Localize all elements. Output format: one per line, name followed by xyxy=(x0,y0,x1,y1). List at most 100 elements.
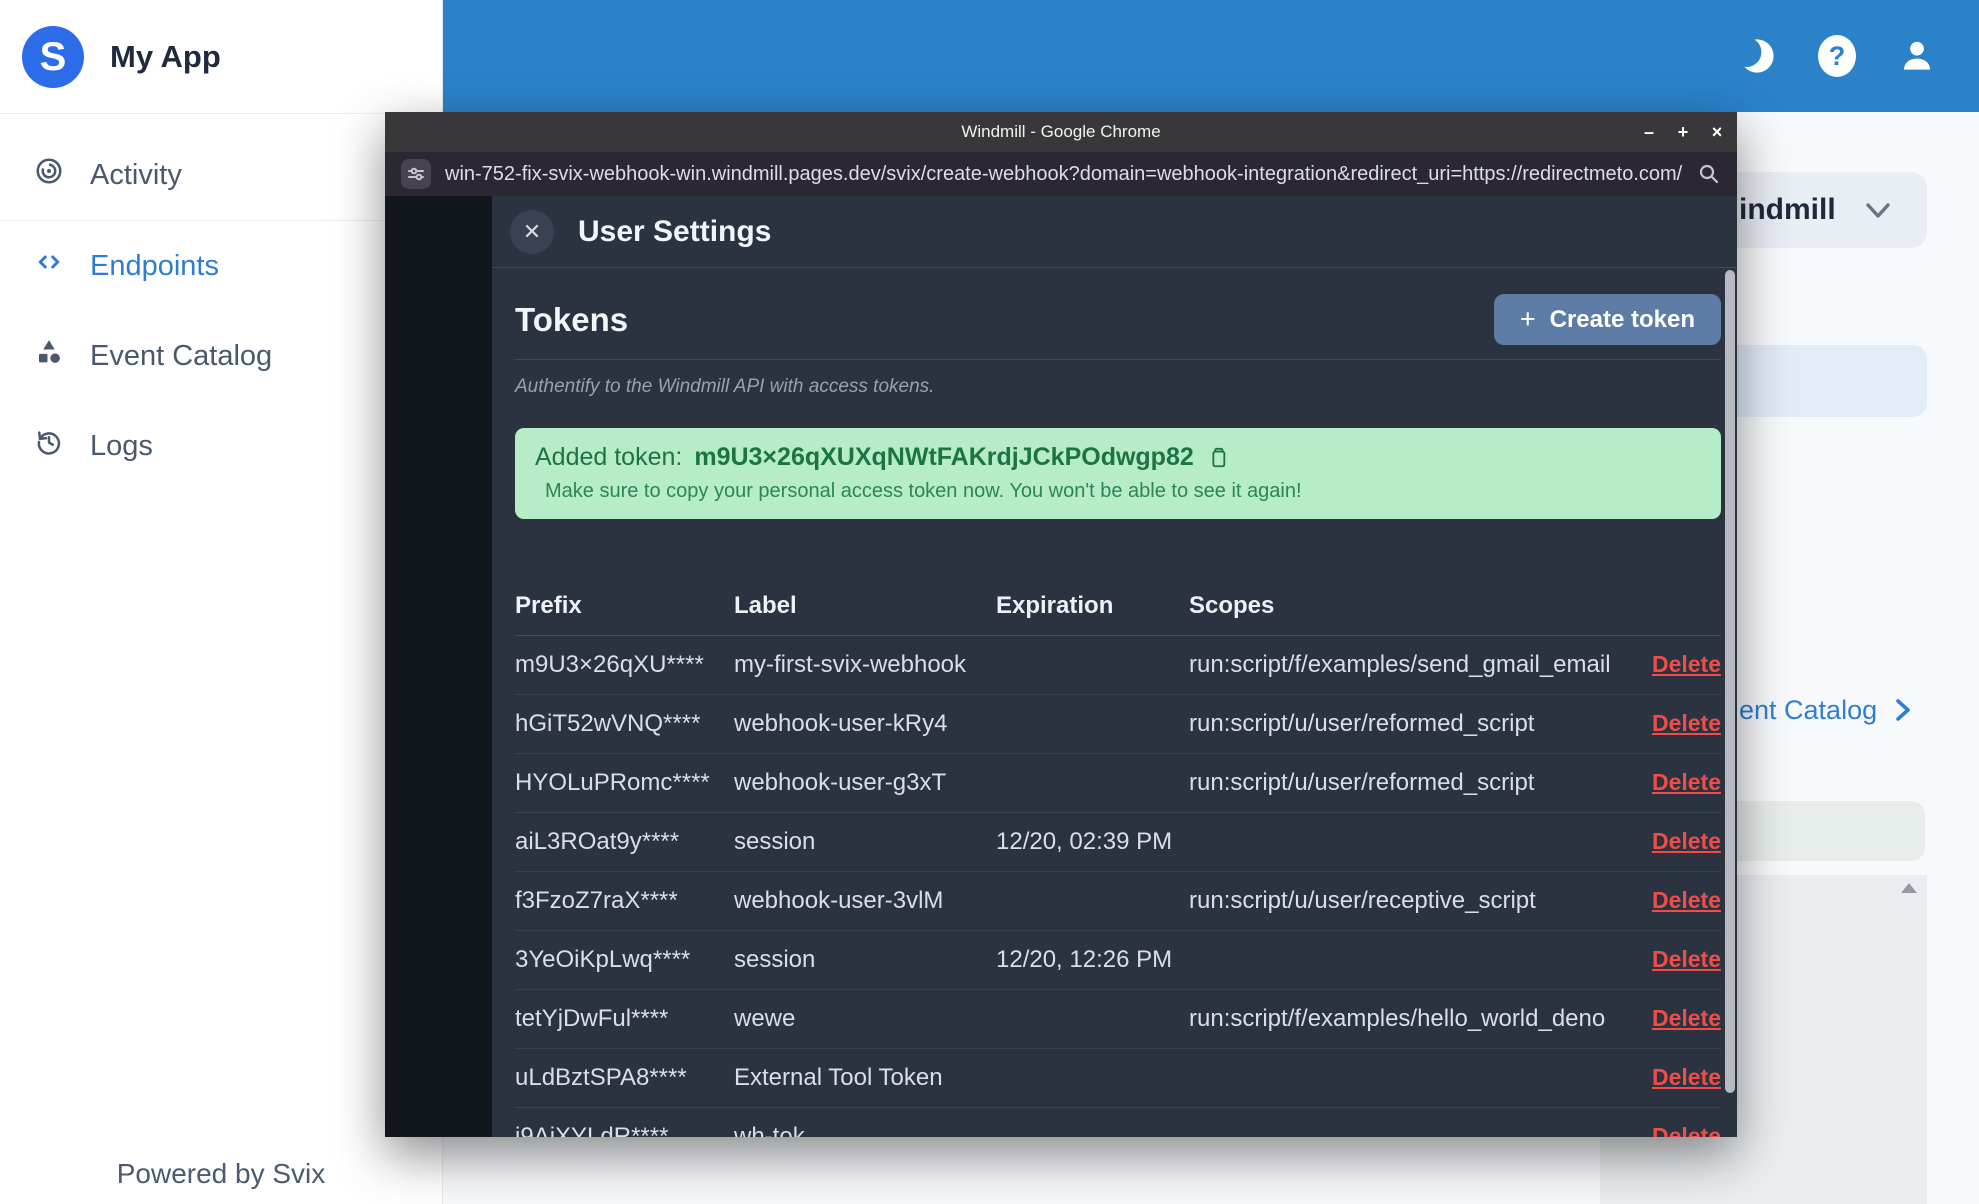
cell-prefix: HYOLuPRomc**** xyxy=(515,769,710,796)
cell-prefix: uLdBztSPA8**** xyxy=(515,1064,687,1091)
table-row: hGiT52wVNQ**** webhook-user-kRy4 run:scr… xyxy=(515,695,1721,754)
col-prefix: Prefix xyxy=(515,591,582,619)
create-token-button[interactable]: + Create token xyxy=(1493,294,1721,345)
cell-label: my-first-svix-webhook xyxy=(734,651,967,678)
token-value: m9U3×26qXUXqNWtFAKrdjJCkPOdwgp82 xyxy=(694,443,1194,471)
zoom-search-icon[interactable] xyxy=(1697,162,1721,186)
svix-logo-icon: S xyxy=(22,25,84,88)
powered-by-svix: Powered by Svix xyxy=(116,1158,326,1189)
maximize-button[interactable]: + xyxy=(1671,122,1695,143)
drawer-body: Tokens + Create token Authentify to the … xyxy=(492,268,1737,1137)
delete-button[interactable]: Delete xyxy=(1652,1123,1721,1137)
table-row: m9U3×26qXU**** my-first-svix-webhook run… xyxy=(515,636,1721,695)
cell-scopes: run:script/u/user/reformed_script xyxy=(1189,710,1535,737)
url-text[interactable]: win-752-fix-svix-webhook-win.windmill.pa… xyxy=(445,163,1683,186)
delete-button[interactable]: Delete xyxy=(1652,710,1721,736)
delete-button[interactable]: Delete xyxy=(1652,769,1721,795)
app-logo-row: S My App xyxy=(0,0,442,114)
activity-icon xyxy=(34,156,64,194)
sidebar-item-label: Endpoints xyxy=(90,249,219,282)
cell-label: webhook-user-g3xT xyxy=(734,769,947,796)
table-row: uLdBztSPA8**** External Tool Token Delet… xyxy=(515,1049,1721,1108)
table-row: HYOLuPRomc**** webhook-user-g3xT run:scr… xyxy=(515,754,1721,813)
chevron-down-icon xyxy=(1866,203,1890,218)
window-title: Windmill - Google Chrome xyxy=(961,122,1161,141)
table-row: 3YeOiKpLwq**** session 12/20, 12:26 PM D… xyxy=(515,931,1721,990)
cell-label: wewe xyxy=(734,1005,796,1032)
cell-label: webhook-user-kRy4 xyxy=(734,710,948,737)
cell-prefix: aiL3ROat9y**** xyxy=(515,828,680,855)
cell-label: session xyxy=(734,828,816,855)
window-titlebar[interactable]: Windmill - Google Chrome – + × xyxy=(385,112,1737,152)
site-settings-icon[interactable] xyxy=(401,159,431,189)
shapes-icon xyxy=(34,337,64,375)
drawer-header: ✕ User Settings xyxy=(492,196,1737,268)
cell-label: session xyxy=(734,946,816,973)
table-row: aiL3ROat9y**** session 12/20, 02:39 PM D… xyxy=(515,813,1721,872)
plus-icon: + xyxy=(1519,304,1536,334)
cell-expiration: 12/20, 12:26 PM xyxy=(996,946,1173,973)
delete-button[interactable]: Delete xyxy=(1652,946,1721,972)
window-content: ✕ User Settings Tokens + Create token Au… xyxy=(385,196,1737,1137)
copy-icon[interactable] xyxy=(1206,446,1228,470)
cell-prefix: tetYjDwFul**** xyxy=(515,1005,669,1032)
chrome-window: Windmill - Google Chrome – + × win-752-f… xyxy=(385,112,1737,1137)
window-scrollbar[interactable] xyxy=(1725,270,1735,1093)
delete-button[interactable]: Delete xyxy=(1652,1005,1721,1031)
alert-note: Make sure to copy your personal access t… xyxy=(545,480,1302,502)
cell-prefix: m9U3×26qXU**** xyxy=(515,651,704,678)
dark-mode-moon-icon[interactable] xyxy=(1735,34,1779,78)
event-catalog-link[interactable]: ent Catalog xyxy=(1739,688,1915,732)
cell-prefix: hGiT52wVNQ**** xyxy=(515,710,701,737)
delete-button[interactable]: Delete xyxy=(1652,1064,1721,1090)
sidebar-nav: Activity Endpoints Event Catalog Logs xyxy=(0,114,442,491)
col-scopes: Scopes xyxy=(1189,591,1275,619)
user-account-icon[interactable] xyxy=(1895,34,1939,78)
url-bar[interactable]: win-752-fix-svix-webhook-win.windmill.pa… xyxy=(385,152,1737,196)
sidebar-item-endpoints[interactable]: Endpoints xyxy=(0,221,442,311)
cell-label: wh-tok xyxy=(734,1123,805,1137)
chevron-right-icon xyxy=(1896,699,1910,721)
table-row: tetYjDwFul**** wewe run:script/f/example… xyxy=(515,990,1721,1049)
cell-scopes: run:script/f/examples/hello_world_deno xyxy=(1189,1005,1606,1032)
section-subtitle: Authentify to the Windmill API with acce… xyxy=(515,376,935,397)
cell-prefix: i9AiXYLdR**** xyxy=(515,1123,669,1137)
alert-prefix: Added token: xyxy=(535,443,683,471)
tokens-heading-row: Tokens + Create token xyxy=(515,294,1721,360)
close-icon[interactable]: ✕ xyxy=(510,209,554,254)
drawer-title: User Settings xyxy=(578,214,772,248)
delete-button[interactable]: Delete xyxy=(1652,887,1721,913)
cell-scopes: run:script/u/user/receptive_script xyxy=(1189,887,1536,914)
app-name: My App xyxy=(110,38,221,74)
cell-label: webhook-user-3vlM xyxy=(734,887,944,914)
sidebar: S My App Activity Endpoints Event Catalo… xyxy=(0,0,443,1204)
token-created-alert: Added token: m9U3×26qXUXqNWtFAKrdjJCkPOd… xyxy=(515,428,1721,519)
window-controls: – + × xyxy=(1627,112,1729,152)
cell-scopes: run:script/u/user/reformed_script xyxy=(1189,769,1535,796)
help-icon[interactable]: ? xyxy=(1815,34,1859,78)
cell-scopes: run:script/f/examples/send_gmail_email xyxy=(1189,651,1611,678)
col-label: Label xyxy=(734,591,797,619)
table-row: i9AiXYLdR**** wh-tok Delete xyxy=(515,1108,1721,1137)
table-header-row: Prefix Label Expiration Scopes xyxy=(515,576,1721,636)
delete-button[interactable]: Delete xyxy=(1652,828,1721,854)
user-settings-drawer: ✕ User Settings Tokens + Create token Au… xyxy=(492,196,1737,1137)
minimize-button[interactable]: – xyxy=(1637,122,1661,143)
cell-prefix: f3FzoZ7raX**** xyxy=(515,887,678,914)
sidebar-item-event-catalog[interactable]: Event Catalog xyxy=(0,311,442,401)
delete-button[interactable]: Delete xyxy=(1652,651,1721,677)
screen: ? S My App Activity Endpoints Event Cata… xyxy=(0,0,1979,1204)
sidebar-item-logs[interactable]: Logs xyxy=(0,401,442,491)
sidebar-item-label: Event Catalog xyxy=(90,339,273,372)
sidebar-item-activity[interactable]: Activity xyxy=(0,130,442,221)
scroll-up-icon[interactable] xyxy=(1901,883,1917,893)
workspace-label: indmill xyxy=(1739,193,1836,226)
table-body: m9U3×26qXU**** my-first-svix-webhook run… xyxy=(515,636,1721,1137)
window-close-button[interactable]: × xyxy=(1705,122,1729,143)
cell-prefix: 3YeOiKpLwq**** xyxy=(515,946,691,973)
code-brackets-icon xyxy=(34,247,64,285)
sidebar-item-label: Logs xyxy=(90,429,153,462)
col-expiration: Expiration xyxy=(996,591,1114,619)
history-clock-icon xyxy=(34,427,64,465)
sidebar-item-label: Activity xyxy=(90,158,182,191)
